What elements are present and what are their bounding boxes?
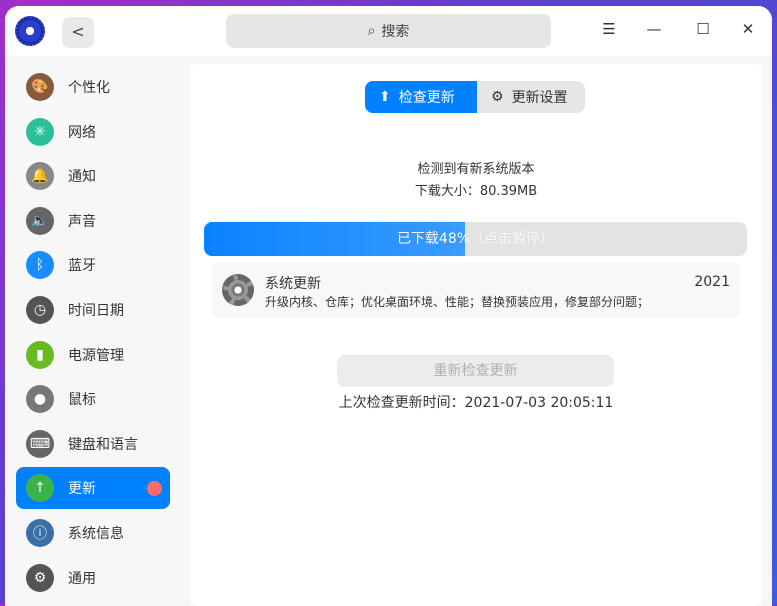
- sidebar-item-label: 时间日期: [68, 303, 124, 319]
- sidebar-item-9[interactable]: ↑ 更新: [16, 467, 170, 510]
- tab-update-settings[interactable]: ⚙ 更新设置: [477, 81, 585, 113]
- keyboard-icon: ⌨: [26, 429, 54, 458]
- update-title: 系统更新: [265, 276, 321, 292]
- sidebar-item-0[interactable]: 🎨 个性化: [16, 66, 170, 108]
- clock-icon: ◷: [26, 296, 54, 324]
- update-icon: ↑: [26, 474, 54, 503]
- bell-icon: 🔔: [26, 162, 54, 191]
- sidebar-item-10[interactable]: ⓘ 系统信息: [16, 512, 170, 554]
- network-icon: ✳: [26, 117, 54, 146]
- sidebar-item-label: 个性化: [68, 80, 110, 96]
- battery-icon: ▮: [26, 340, 54, 369]
- maximize-button[interactable]: ☐: [691, 20, 715, 38]
- progress-label: 已下载48%（点击暂停）: [396, 231, 555, 247]
- update-description: 升级内核、仓库；优化桌面环境、性能；替换预装应用，修复部分问题；: [265, 295, 650, 309]
- sidebar: 🎨 个性化 ✳ 网络 🔔 通知 🔈 声音 ᛒ 蓝牙 ◷ 时间日期 ▮ 电源管理 ● 鼠标 ⌨ 键盘和语言 ↑ 更新 ⓘ 系…: [5, 56, 180, 606]
- search-input[interactable]: ⌕ 搜索: [226, 14, 551, 48]
- sidebar-item-8[interactable]: ⌨ 键盘和语言: [16, 423, 170, 465]
- back-button[interactable]: <: [62, 17, 94, 48]
- last-check-time: 上次检查更新时间：2021-07-03 20:05:11: [338, 395, 614, 411]
- sidebar-item-label: 网络: [68, 124, 96, 141]
- sidebar-item-label: 更新: [68, 481, 96, 498]
- titlebar: < ⌕ 搜索 ☰ — ☐ ✕: [5, 6, 772, 56]
- sidebar-item-label: 通知: [68, 169, 96, 186]
- gear-icon: ⚙: [491, 89, 504, 105]
- tab-bar: ⬆ 检查更新 ⚙ 更新设置: [365, 81, 585, 113]
- sidebar-item-label: 蓝牙: [68, 258, 96, 275]
- speaker-icon: 🔈: [26, 206, 54, 235]
- close-button[interactable]: ✕: [736, 20, 760, 38]
- search-icon: ⌕: [367, 23, 376, 39]
- sidebar-item-2[interactable]: 🔔 通知: [16, 155, 170, 197]
- sidebar-item-label: 电源管理: [68, 347, 124, 364]
- sidebar-item-3[interactable]: 🔈 声音: [16, 200, 170, 242]
- sidebar-item-label: 鼠标: [68, 392, 96, 409]
- bluetooth-icon: ᛒ: [26, 251, 54, 280]
- system-info-icon: ⓘ: [26, 519, 54, 547]
- download-progress-button[interactable]: 已下载48%（点击暂停）: [204, 222, 747, 256]
- system-update-gear-icon: [222, 274, 254, 306]
- settings-window: < ⌕ 搜索 ☰ — ☐ ✕ 🎨 个性化 ✳ 网络 🔔 通知 🔈 声音 ᛒ 蓝牙 ◷ 时间日期 ▮ 电源管…: [5, 6, 772, 606]
- sidebar-item-7[interactable]: ● 鼠标: [16, 378, 170, 420]
- app-logo-icon: [15, 16, 45, 46]
- sidebar-item-6[interactable]: ▮ 电源管理: [16, 334, 170, 376]
- sidebar-item-label: 键盘和语言: [68, 436, 138, 453]
- download-size: 下载大小：80.39MB: [414, 184, 538, 199]
- recheck-button[interactable]: 重新检查更新: [337, 355, 614, 387]
- sidebar-item-label: 通用: [68, 570, 96, 587]
- sidebar-item-4[interactable]: ᛒ 蓝牙: [16, 244, 170, 286]
- mouse-icon: ●: [26, 385, 54, 414]
- palette-icon: 🎨: [26, 73, 54, 101]
- sidebar-item-label: 系统信息: [68, 526, 124, 542]
- tab-check-update[interactable]: ⬆ 检查更新: [365, 81, 477, 113]
- minimize-button[interactable]: —: [642, 20, 666, 38]
- update-panel: ⬆ 检查更新 ⚙ 更新设置 检测到有新系统版本 下载大小：80.39MB 已下载48…: [190, 64, 762, 606]
- update-version: 2021: [694, 274, 730, 290]
- sidebar-item-11[interactable]: ⚙ 通用: [16, 557, 170, 599]
- arrow-up-circle-icon: ⬆: [379, 89, 391, 105]
- status-text: 检测到有新系统版本: [417, 162, 535, 177]
- update-item: 系统更新 升级内核、仓库；优化桌面环境、性能；替换预装应用，修复部分问题； 20…: [212, 262, 740, 318]
- sidebar-item-1[interactable]: ✳ 网络: [16, 111, 170, 153]
- search-placeholder: 搜索: [381, 24, 410, 40]
- general-icon: ⚙: [26, 563, 54, 592]
- menu-button[interactable]: ☰: [597, 20, 621, 38]
- sidebar-item-5[interactable]: ◷ 时间日期: [16, 289, 170, 331]
- notification-dot: [147, 480, 162, 496]
- sidebar-item-label: 声音: [68, 213, 96, 230]
